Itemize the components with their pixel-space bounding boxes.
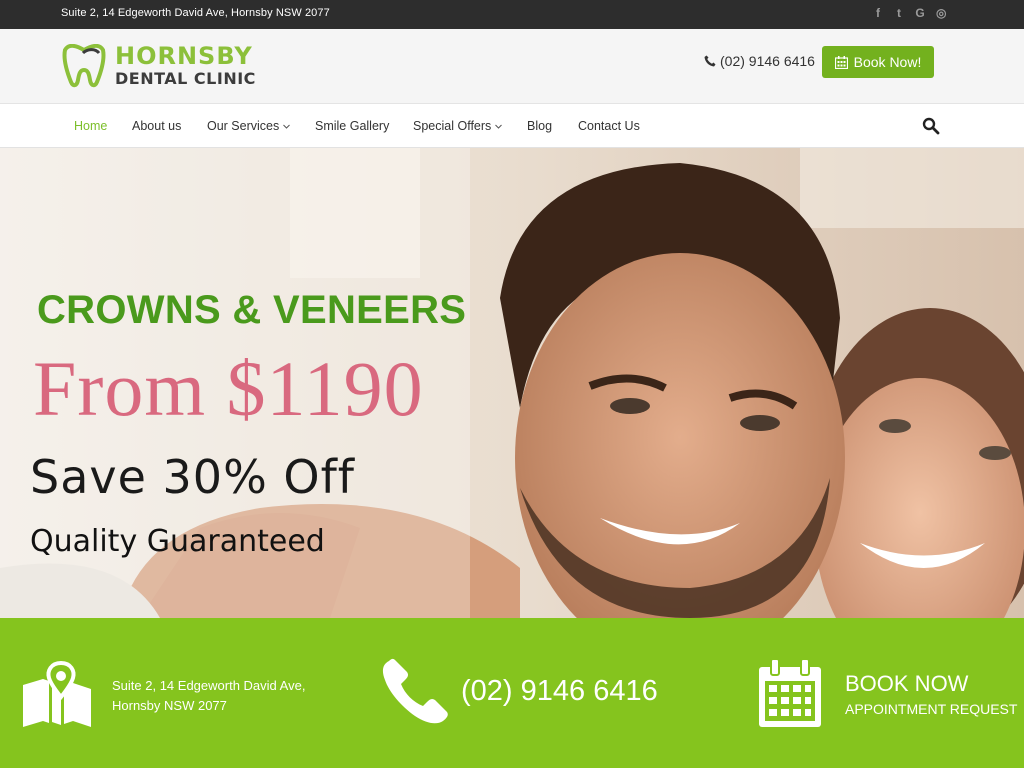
google-icon[interactable]: G xyxy=(915,6,925,20)
nav-label: About us xyxy=(132,119,182,133)
nav-item-our-services[interactable]: Our Services xyxy=(207,119,291,133)
nav-item-smile-gallery[interactable]: Smile Gallery xyxy=(315,119,389,133)
site-logo[interactable]: HORNSBY DENTAL CLINIC xyxy=(61,42,261,92)
tooth-logo-icon xyxy=(62,44,106,88)
phone-icon xyxy=(382,658,448,724)
contact-strip: Suite 2, 14 Edgeworth David Ave, Hornsby… xyxy=(0,618,1024,768)
nav-label: Contact Us xyxy=(578,119,640,133)
twitter-icon[interactable]: t xyxy=(894,6,904,20)
hero-price: From $1190 xyxy=(33,345,424,432)
hero-quality: Quality Guaranteed xyxy=(30,524,325,559)
strip-phone-number[interactable]: (02) 9146 6416 xyxy=(461,675,658,708)
nav-label: Special Offers xyxy=(413,119,492,133)
hero-banner[interactable]: CROWNS & VENEERS From $1190 Save 30% Off… xyxy=(0,148,1024,618)
logo-subtitle: DENTAL CLINIC xyxy=(115,69,256,88)
topbar-address: Suite 2, 14 Edgeworth David Ave, Hornsby… xyxy=(61,7,330,19)
main-navigation: Home About us Our Services Smile Gallery… xyxy=(0,105,1024,148)
nav-label: Blog xyxy=(527,119,553,133)
nav-item-home[interactable]: Home xyxy=(74,119,107,133)
social-links: f t G ◎ xyxy=(873,6,946,20)
chevron-down-icon xyxy=(495,124,503,129)
header-phone-number: (02) 9146 6416 xyxy=(720,53,815,69)
book-now-label: Book Now! xyxy=(853,54,922,70)
nav-label: Smile Gallery xyxy=(315,119,390,133)
nav-item-about-us[interactable]: About us xyxy=(132,119,181,133)
top-bar: Suite 2, 14 Edgeworth David Ave, Hornsby… xyxy=(0,0,1024,29)
strip-book-subtitle[interactable]: APPOINTMENT REQUEST xyxy=(845,701,1017,717)
search-icon[interactable] xyxy=(922,117,940,135)
hero-title: CROWNS & VENEERS xyxy=(37,288,467,332)
nav-item-special-offers[interactable]: Special Offers xyxy=(413,119,503,133)
nav-item-blog[interactable]: Blog xyxy=(527,119,552,133)
calendar-icon xyxy=(759,659,821,727)
strip-address-line1: Suite 2, 14 Edgeworth David Ave, xyxy=(112,678,306,693)
header-phone[interactable]: (02) 9146 6416 xyxy=(704,53,815,69)
strip-address-line2: Hornsby NSW 2077 xyxy=(112,698,227,713)
site-header: HORNSBY DENTAL CLINIC (02) 9146 6416 Boo… xyxy=(0,29,1024,104)
phone-icon xyxy=(704,55,716,67)
instagram-icon[interactable]: ◎ xyxy=(936,6,946,20)
book-now-button[interactable]: Book Now! xyxy=(822,46,934,78)
calendar-icon xyxy=(834,55,848,69)
facebook-icon[interactable]: f xyxy=(873,6,883,20)
hero-text-block: CROWNS & VENEERS From $1190 Save 30% Off… xyxy=(0,148,1024,618)
nav-label: Home xyxy=(74,119,108,133)
map-pin-icon xyxy=(23,661,91,727)
logo-title: HORNSBY xyxy=(115,42,253,70)
strip-book-title[interactable]: BOOK NOW xyxy=(845,671,968,697)
strip-address: Suite 2, 14 Edgeworth David Ave, Hornsby… xyxy=(112,676,305,716)
hero-save: Save 30% Off xyxy=(30,450,355,504)
chevron-down-icon xyxy=(283,124,291,129)
nav-label: Our Services xyxy=(207,119,280,133)
nav-item-contact-us[interactable]: Contact Us xyxy=(578,119,640,133)
